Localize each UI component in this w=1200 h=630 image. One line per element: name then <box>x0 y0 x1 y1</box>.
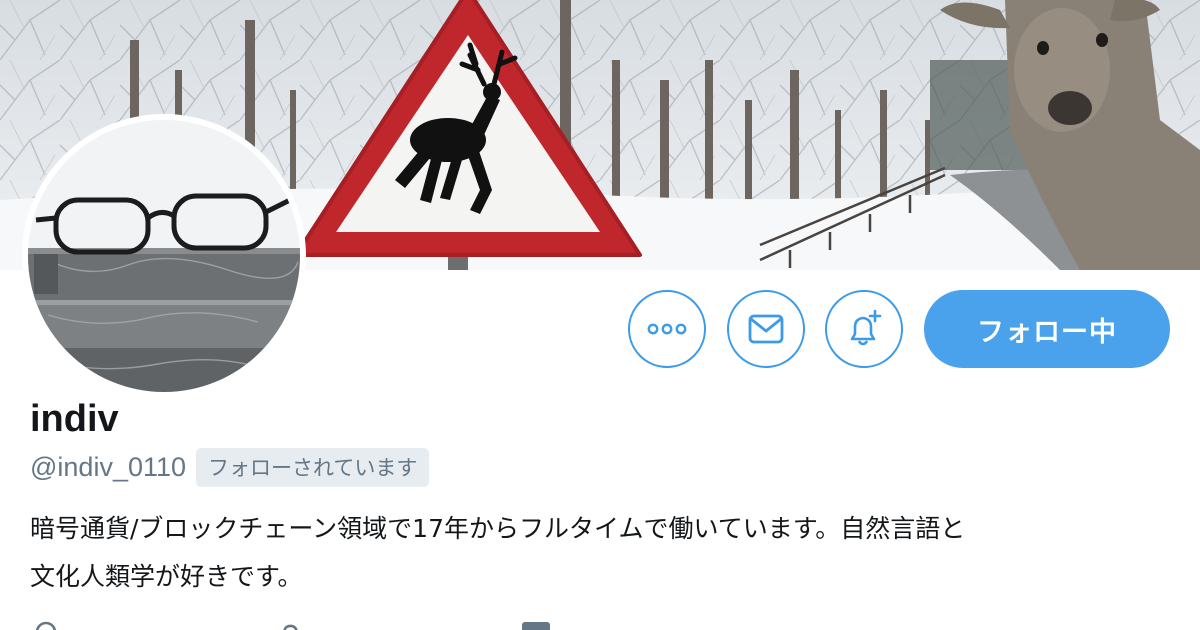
avatar[interactable] <box>22 114 306 398</box>
follows-you-badge: フォローされています <box>196 448 430 487</box>
profile-page: フォロー中 indiv @indiv_0110 フォローされています 暗号通貨/… <box>0 0 1200 630</box>
bio-line: 文化人類学が好きです。 <box>30 562 303 591</box>
handle-row: @indiv_0110 フォローされています <box>30 448 430 487</box>
profile-bio: 暗号通貨/ブロックチェーン領域で17年からフルタイムで働いています。自然言語と … <box>30 505 1170 601</box>
display-name: indiv <box>30 398 119 440</box>
direct-message-button[interactable] <box>727 290 805 368</box>
avatar-image <box>28 120 300 392</box>
bell-plus-icon <box>850 309 882 346</box>
following-button[interactable]: フォロー中 <box>924 290 1170 368</box>
following-button-label: フォロー中 <box>977 316 1117 348</box>
envelope-icon <box>748 314 784 344</box>
notifications-button[interactable] <box>825 290 903 368</box>
calendar-icon <box>522 622 550 630</box>
more-button[interactable] <box>628 290 706 368</box>
bio-line: 暗号通貨/ブロックチェーン領域で17年からフルタイムで働いています。自然言語と <box>30 514 966 543</box>
screen-name: @indiv_0110 <box>30 452 187 482</box>
more-dots-icon <box>647 323 687 335</box>
link-icon <box>283 624 298 630</box>
location-icon <box>35 621 57 630</box>
